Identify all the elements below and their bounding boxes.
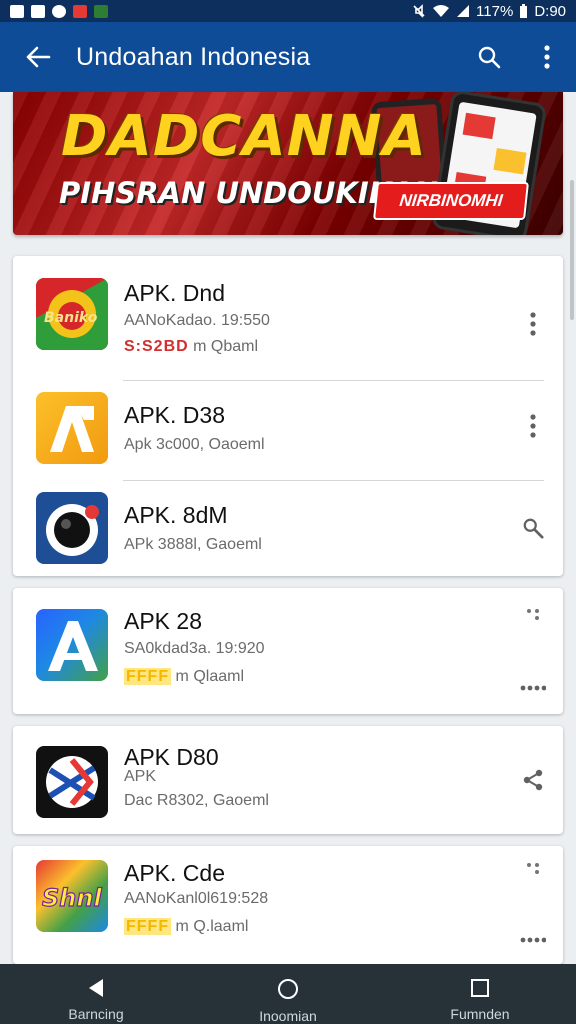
nav-back-button[interactable]: Barncing [21,964,171,1024]
list-item[interactable]: APK. 8dM APk 3888l, Gaoeml [13,480,563,576]
app-icon [36,392,108,464]
app-meta: APk 3888l, Gaoeml [124,536,262,553]
status-bar: 117% D:90 [0,0,576,22]
svg-text:Shnl: Shnl [42,884,102,912]
share-button[interactable] [517,764,549,796]
rating-extra: m Q.laaml [175,918,249,935]
more-horizontal-button[interactable] [517,672,549,704]
list-item[interactable]: APK D80 APK Dac R8302, Gaoeml [13,726,563,834]
list-item[interactable]: APK 28 SA0kdad3a. 19:920 FFFF m Qlaaml [13,588,563,714]
more-horizontal-icon [520,937,546,943]
rating: FFFF [124,918,172,935]
app-title: APK. Cde [124,860,225,886]
mute-icon [413,4,425,18]
search-button[interactable] [460,22,518,92]
app-rating-line: S:S2BD m Qbaml [124,338,258,356]
options-button[interactable] [517,598,549,630]
options-button[interactable] [517,852,549,884]
app-icon [36,746,108,818]
app-rating-line: FFFF m Qlaaml [124,668,244,686]
page-title: Undoahan Indonesia [76,42,311,71]
home-circle-icon [278,979,298,999]
app-icon [36,609,108,681]
app-meta: Apk 3c000, Oaoeml [124,436,265,453]
app-icon [36,492,108,564]
more-options-button[interactable] [517,308,549,340]
app-title: APK 28 [124,608,202,634]
more-horizontal-button[interactable] [517,924,549,956]
arrow-back-icon [26,46,51,68]
more-horizontal-icon [520,685,546,691]
app-title: APK. 8dM [124,502,228,528]
download-notification-icon [94,4,108,18]
nav-label: Fumnden [450,1006,510,1022]
dots-icon [527,609,539,620]
scrollbar[interactable] [570,180,574,320]
app-title: APK. D38 [124,402,225,428]
more-vertical-icon [544,45,550,69]
rating: FFFF [124,668,172,685]
overflow-menu-button[interactable] [518,22,576,92]
nav-label: Barncing [68,1006,124,1022]
search-app-button[interactable] [517,512,549,544]
banner-headline: DADCANNA [61,104,427,169]
wifi-icon [433,5,450,17]
banner-badge: NIRBINOMHI [373,182,529,220]
app-notification-icon [73,4,87,18]
app-meta: AANoKadao. 19:550 [124,312,270,329]
app-list-card: Baniko APK. Dnd AANoKadao. 19:550 S:S2BD… [13,256,563,576]
promo-banner[interactable]: DADCANNA PIHSRAN UNDOUKIKAN NIRBINOMHI [13,92,563,235]
nav-home-button[interactable]: Inoomian [213,964,363,1024]
app-meta: AANoKanl0l619:528 [124,890,269,907]
message-notification-icon [31,4,45,18]
system-status: 117% D:90 [412,3,566,20]
search-icon [523,518,544,539]
app-icon: Baniko [36,278,108,350]
rating: S:S2BD [124,338,189,355]
app-list-card: APK 28 SA0kdad3a. 19:920 FFFF m Qlaaml [13,588,563,714]
system-nav-bar: Barncing Inoomian Fumnden [0,964,576,1024]
more-vertical-icon [530,414,536,438]
app-meta: SA0kdad3a. 19:920 [124,640,265,657]
search-icon [478,46,501,69]
app-list-card: APK D80 APK Dac R8302, Gaoeml [13,726,563,834]
more-vertical-icon [530,312,536,336]
list-item[interactable]: APK. D38 Apk 3c000, Oaoeml [13,380,563,480]
list-item[interactable]: Shnl APK. Cde AANoKanl0l619:528 FFFF m Q… [13,846,563,964]
battery-icon [520,3,528,18]
sync-notification-icon [52,4,66,18]
svg-text:Baniko: Baniko [44,310,98,326]
app-list-card: Shnl APK. Cde AANoKanl0l619:528 FFFF m Q… [13,846,563,964]
nav-label: Inoomian [259,1008,317,1024]
app-icon: Shnl [36,860,108,932]
app-rating-line: FFFF m Q.laaml [124,918,248,936]
app-meta: APK [124,768,157,785]
battery-percent: 117% [476,2,514,20]
app-title: APK. Dnd [124,280,225,306]
app-title: APK D80 [124,744,219,770]
app-meta-2: Dac R8302, Gaoeml [124,792,269,809]
list-item[interactable]: Baniko APK. Dnd AANoKadao. 19:550 S:S2BD… [13,256,563,380]
rating-extra: m Qlaaml [175,668,244,685]
app-bar: Undoahan Indonesia [0,22,576,92]
rating-extra: m Qbaml [193,338,259,355]
more-options-button[interactable] [517,410,549,442]
nav-recents-button[interactable]: Fumnden [405,964,555,1024]
notification-icons [10,4,108,18]
recents-square-icon [471,979,489,997]
back-button[interactable] [0,22,76,92]
gallery-notification-icon [10,4,24,18]
clock: D:90 [534,2,566,20]
back-triangle-icon [89,979,103,997]
dots-icon [527,863,539,874]
share-icon [523,769,543,791]
signal-icon [457,5,470,17]
